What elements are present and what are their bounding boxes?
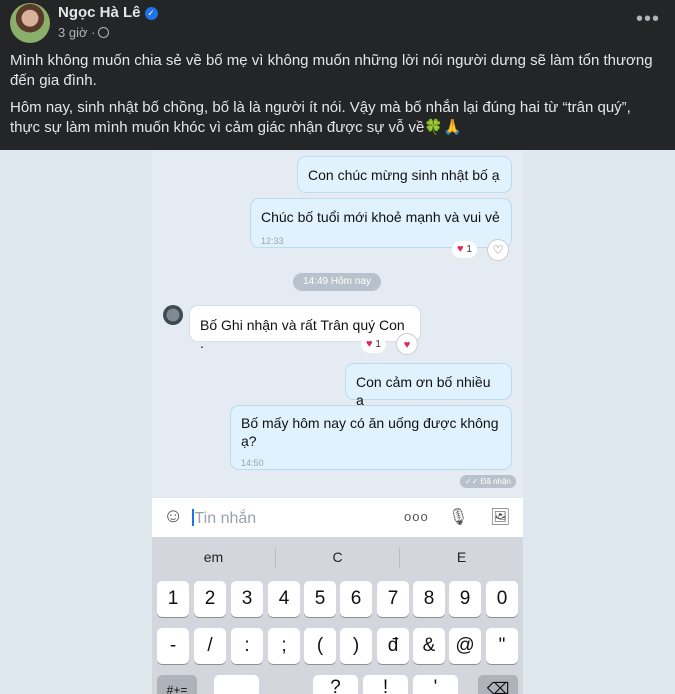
key[interactable]: 3 (231, 581, 263, 617)
key[interactable]: : (231, 628, 263, 664)
delivered-status: ✓✓ Đã nhận (460, 475, 516, 488)
reaction-number: 1 (466, 244, 472, 255)
suggestion[interactable]: E (400, 549, 523, 565)
author-avatar[interactable] (10, 3, 50, 43)
microphone-icon[interactable]: 🎙 (448, 507, 468, 527)
heart-icon: ♥ (457, 243, 464, 255)
image-icon[interactable]: 🖼 (490, 507, 510, 527)
message-time: 14:50 (241, 458, 264, 468)
reaction-count[interactable]: ♥ 1 (452, 241, 477, 258)
sticker-icon[interactable]: ☺ (163, 505, 183, 528)
key[interactable]: & (413, 628, 445, 664)
symbols-key[interactable]: #+= (157, 675, 197, 694)
key[interactable]: 8 (413, 581, 445, 617)
message-input-bar: ☺ Tin nhắn ooo 🎙 🖼 (152, 497, 523, 537)
post-time[interactable]: 3 giờ · (58, 25, 95, 40)
key[interactable]: ( (304, 628, 336, 664)
post-meta: 3 giờ · (58, 25, 110, 40)
key[interactable] (214, 675, 259, 694)
heart-filled-icon[interactable]: ♥ (396, 333, 418, 355)
post-body: Mình không muốn chia sẻ về bố mẹ vì khôn… (10, 51, 665, 145)
key[interactable]: ; (268, 628, 300, 664)
sender-avatar[interactable] (163, 305, 183, 325)
key[interactable]: 7 (377, 581, 409, 617)
key[interactable]: ) (340, 628, 372, 664)
message-text: Chúc bố tuổi mới khoẻ mạnh và vui vẻ (261, 209, 500, 225)
key[interactable]: ! (363, 675, 408, 694)
suggestion[interactable]: C (276, 549, 399, 565)
author-name-row[interactable]: Ngọc Hà Lê ✓ (58, 4, 158, 21)
key[interactable]: đ (377, 628, 409, 664)
message-input[interactable]: Tin nhắn (192, 509, 256, 528)
reaction-number: 1 (375, 339, 381, 350)
date-divider: 14:49 Hôm nay (293, 273, 381, 291)
message-bubble[interactable]: Bố Ghi nhận và rất Trân quý Con . (189, 305, 421, 351)
suggestion[interactable]: em (152, 549, 275, 565)
heart-outline-icon[interactable]: ♡ (487, 239, 509, 261)
message-bubble[interactable]: Chúc bố tuổi mới khoẻ mạnh và vui vẻ 12:… (250, 198, 512, 248)
reaction-count[interactable]: ♥ 1 (361, 336, 386, 353)
post-paragraph: Mình không muốn chia sẻ về bố mẹ vì khôn… (10, 52, 653, 89)
message-text: Bố mấy hôm nay có ăn uống được không ạ? (241, 415, 499, 449)
message-bubble[interactable]: Con chúc mừng sinh nhật bố ạ (297, 156, 512, 193)
chat-screenshot[interactable]: Con chúc mừng sinh nhật bố ạ Chúc bố tuổ… (0, 150, 675, 694)
post-paragraph: Hôm nay, sinh nhật bố chồng, bố là là ng… (10, 99, 631, 136)
key[interactable]: " (486, 628, 518, 664)
message-text: Con chúc mừng sinh nhật bố ạ (308, 167, 500, 183)
keyboard: em C E 1 2 3 4 5 6 7 8 9 0 - / : ; ( ) đ… (152, 537, 523, 694)
text-caret (192, 509, 194, 526)
key[interactable]: 2 (194, 581, 226, 617)
key[interactable]: / (194, 628, 226, 664)
message-bubble[interactable]: Con cảm ơn bố nhiều ạ (345, 363, 512, 408)
post-header: Ngọc Hà Lê ✓ 3 giờ · ••• (0, 0, 675, 48)
key[interactable]: 1 (157, 581, 189, 617)
key[interactable]: 5 (304, 581, 336, 617)
more-icon[interactable]: ooo (404, 509, 429, 524)
key[interactable]: ? (313, 675, 358, 694)
key[interactable]: @ (449, 628, 481, 664)
author-name[interactable]: Ngọc Hà Lê (58, 4, 141, 21)
key[interactable]: ' (413, 675, 458, 694)
heart-icon: ♥ (366, 338, 373, 350)
message-bubble[interactable]: Bố mấy hôm nay có ăn uống được không ạ? … (230, 405, 512, 470)
key[interactable]: 0 (486, 581, 518, 617)
key[interactable]: 6 (340, 581, 372, 617)
key[interactable]: 9 (449, 581, 481, 617)
globe-icon (98, 27, 110, 38)
input-placeholder: Tin nhắn (194, 510, 257, 527)
backspace-icon[interactable]: ⌫ (478, 675, 518, 694)
more-options-icon[interactable]: ••• (636, 9, 660, 29)
key[interactable]: - (157, 628, 189, 664)
verified-badge-icon: ✓ (144, 7, 158, 20)
key[interactable]: 4 (268, 581, 300, 617)
